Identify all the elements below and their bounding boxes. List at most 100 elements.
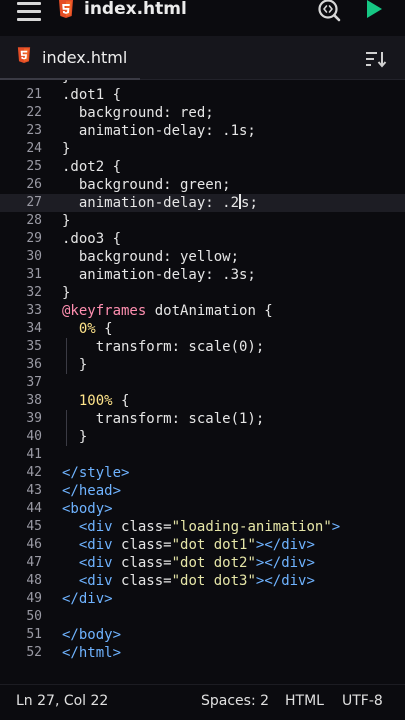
line-number: 23 — [26, 123, 42, 138]
code-text: </style> — [62, 465, 130, 481]
code-text: transform: scale(1); — [62, 411, 265, 427]
line-number: 22 — [26, 105, 42, 120]
code-text: .dot2 { — [62, 159, 122, 175]
file-encoding[interactable]: UTF-8 — [342, 693, 383, 709]
code-line[interactable]: 45 <div class="loading-animation"> — [0, 518, 405, 536]
line-number: 43 — [26, 483, 42, 498]
code-text: 0% { — [78, 321, 113, 337]
code-line[interactable]: 37 — [0, 374, 405, 392]
code-text: background: green; — [62, 177, 231, 193]
html5-icon — [58, 0, 74, 24]
code-line[interactable]: 49 </div> — [0, 590, 405, 608]
code-line[interactable]: 21 .dot1 { — [0, 86, 405, 104]
code-line[interactable]: 41 — [0, 446, 405, 464]
code-line[interactable]: 40 } — [0, 428, 405, 446]
code-line[interactable]: 22 background: red; — [0, 104, 405, 122]
code-text: <div class="loading-animation"> — [78, 519, 341, 535]
code-text: </body> — [62, 627, 122, 643]
sort-icon[interactable] — [364, 50, 388, 72]
code-line[interactable]: 43 </head> — [0, 482, 405, 500]
code-text: 100% { — [78, 393, 130, 409]
code-text: </head> — [62, 483, 122, 499]
code-line[interactable]: 33 @keyframes dotAnimation { — [0, 302, 405, 320]
code-line[interactable]: 42 </style> — [0, 464, 405, 482]
code-line[interactable]: 48 <div class="dot dot3"></div> — [0, 572, 405, 590]
code-line[interactable]: 31 animation-delay: .3s; — [0, 266, 405, 284]
play-icon[interactable] — [364, 0, 384, 23]
code-line[interactable]: 50 — [0, 608, 405, 626]
line-number: 50 — [26, 609, 42, 624]
code-text: } — [62, 285, 71, 301]
line-number: 46 — [26, 537, 42, 552]
line-number: 26 — [26, 177, 42, 192]
code-line[interactable]: 46 <div class="dot dot1"></div> — [0, 536, 405, 554]
code-line[interactable]: 47 <div class="dot dot2"></div> — [0, 554, 405, 572]
code-text: animation-delay: .1s; — [62, 123, 256, 139]
line-number: 32 — [26, 285, 42, 300]
cursor-position[interactable]: Ln 27, Col 22 — [16, 693, 108, 709]
code-line[interactable]: 36 } — [0, 356, 405, 374]
code-text: animation-delay: .2 s; — [62, 194, 258, 211]
code-line[interactable]: 26 background: green; — [0, 176, 405, 194]
line-number: 47 — [26, 555, 42, 570]
line-number: 33 — [26, 303, 42, 318]
code-line[interactable]: 44 <body> — [0, 500, 405, 518]
line-number: 37 — [26, 375, 42, 390]
tab-label: index.html — [42, 48, 128, 67]
line-number: 39 — [26, 411, 42, 426]
code-text: <div class="dot dot3"></div> — [78, 573, 315, 589]
line-number: 31 — [26, 267, 42, 282]
line-number: 49 — [26, 591, 42, 606]
code-line[interactable]: 51 </body> — [0, 626, 405, 644]
code-editor[interactable]: 20}21.dot1 {22 background: red;23 animat… — [0, 80, 405, 676]
code-line[interactable]: 28} — [0, 212, 405, 230]
code-line[interactable]: 27 animation-delay: .2 s; — [0, 194, 405, 212]
line-number: 34 — [26, 321, 42, 336]
line-number: 24 — [26, 141, 42, 156]
code-text: </html> — [62, 645, 122, 661]
top-app-bar: index.html — [0, 0, 405, 24]
status-bar: Ln 27, Col 22 Spaces: 2 HTML UTF-8 — [0, 684, 405, 720]
line-number: 42 — [26, 465, 42, 480]
line-number: 21 — [26, 87, 42, 102]
code-line[interactable]: 39 transform: scale(1); — [0, 410, 405, 428]
code-text: } — [62, 141, 71, 157]
line-number: 35 — [26, 339, 42, 354]
code-text: <div class="dot dot2"></div> — [78, 555, 315, 571]
code-line[interactable]: 34 0% { — [0, 320, 405, 338]
code-line[interactable]: 23 animation-delay: .1s; — [0, 122, 405, 140]
language-mode[interactable]: HTML — [285, 693, 324, 709]
line-number: 40 — [26, 429, 42, 444]
code-line[interactable]: 30 background: yellow; — [0, 248, 405, 266]
code-line[interactable]: 32} — [0, 284, 405, 302]
hamburger-menu-icon[interactable] — [17, 2, 41, 21]
indentation-setting[interactable]: Spaces: 2 — [201, 693, 269, 709]
code-line[interactable]: 35 transform: scale(0); — [0, 338, 405, 356]
code-line[interactable]: 24} — [0, 140, 405, 158]
line-number: 45 — [26, 519, 42, 534]
line-number: 44 — [26, 501, 42, 516]
code-text: .dot1 { — [62, 87, 122, 103]
preview-icon[interactable] — [317, 0, 341, 26]
line-number: 38 — [26, 393, 42, 408]
line-number: 25 — [26, 159, 42, 174]
line-number: 29 — [26, 231, 42, 246]
code-line[interactable]: 25 .dot2 { — [0, 158, 405, 176]
code-text: @keyframes dotAnimation { — [62, 303, 273, 319]
indent-guide — [66, 410, 67, 446]
code-text: transform: scale(0); — [62, 339, 265, 355]
line-number: 36 — [26, 357, 42, 372]
app-title: index.html — [84, 0, 187, 19]
code-line[interactable]: 38 100% { — [0, 392, 405, 410]
code-text: animation-delay: .3s; — [62, 267, 256, 283]
tab-bar: index.html — [0, 36, 405, 80]
tab-index-html[interactable]: index.html — [0, 36, 140, 80]
code-text: } — [62, 213, 71, 229]
code-text: <body> — [62, 501, 113, 517]
code-text: <div class="dot dot1"></div> — [78, 537, 315, 553]
code-text: </div> — [62, 591, 113, 607]
code-line[interactable]: 29 .doo3 { — [0, 230, 405, 248]
indent-guide — [66, 338, 67, 374]
line-number: 27 — [26, 195, 42, 210]
code-line[interactable]: 52 </html> — [0, 644, 405, 662]
